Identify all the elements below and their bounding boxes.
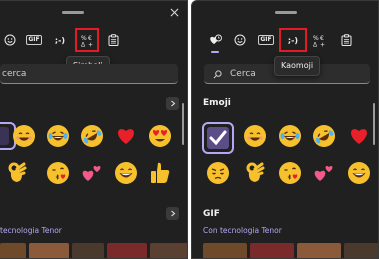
emoji-check-mark-button[interactable] (202, 122, 234, 154)
emoji-smiling-face[interactable] (241, 122, 269, 150)
emoji-panel-right: GIF ;-) % € Δ + Cerca Kaomoji Emoji GIF … (191, 0, 379, 259)
emoji-rofl[interactable] (310, 122, 338, 150)
tab-symbols[interactable]: % € Δ + (75, 28, 99, 52)
emoji-joy[interactable] (276, 122, 304, 150)
drag-handle[interactable] (275, 11, 297, 14)
emoji-kissing-heart[interactable] (44, 159, 72, 187)
clipboard-icon (108, 34, 118, 46)
search-value: cerca (2, 69, 27, 79)
section-title-gif: GIF (203, 209, 220, 219)
gif-label: GIF (26, 35, 42, 45)
gif-thumb[interactable] (107, 243, 147, 258)
gif-thumb[interactable] (0, 243, 26, 258)
smiley-icon (234, 34, 246, 46)
emoji-joy[interactable] (44, 122, 72, 150)
tab-kaomoji[interactable]: ;-) (279, 28, 307, 52)
emoji-smiling-face[interactable] (10, 122, 38, 150)
svg-text:+: + (88, 41, 93, 47)
gif-thumbnails (0, 243, 187, 258)
chevron-right-icon (170, 100, 175, 107)
search-input[interactable]: cerca (0, 64, 178, 84)
tab-gif[interactable]: GIF (24, 30, 44, 50)
symbols-icon: % €Δ + (313, 35, 325, 47)
emoji-grin[interactable] (112, 159, 140, 187)
scrollbar[interactable] (373, 103, 375, 145)
emoji-pensive[interactable] (204, 159, 232, 187)
gif-thumb[interactable] (150, 243, 187, 258)
kaomoji-label: ;-) (54, 35, 66, 45)
emoji-thumbs-up[interactable] (146, 159, 174, 187)
emoji-rofl[interactable] (78, 122, 106, 150)
tab-emoji[interactable] (0, 30, 20, 50)
kaomoji-label: ;-) (287, 35, 299, 45)
emoji-heart-eyes[interactable] (146, 122, 174, 150)
emoji-two-hearts[interactable] (78, 159, 106, 187)
tenor-credit: tecnologia Tenor (0, 226, 62, 235)
smiley-icon (4, 34, 16, 46)
gif-thumb[interactable] (29, 243, 69, 258)
emoji-red-heart[interactable] (112, 122, 140, 150)
close-icon (170, 8, 178, 16)
symbols-icon: % €Δ + (81, 35, 93, 47)
next-arrow-button-2[interactable] (166, 207, 179, 220)
emoji-panel-left: GIF ;-) %€Δ+ Simboli cerca (0, 0, 188, 259)
gif-thumb[interactable] (297, 243, 341, 258)
scrollbar[interactable] (182, 103, 184, 145)
tab-emoji[interactable] (230, 30, 250, 50)
tab-gif[interactable]: GIF (256, 30, 276, 50)
tab-kaomoji[interactable]: ;-) (50, 30, 70, 50)
gif-label: GIF (258, 35, 274, 45)
gif-thumbnails (203, 243, 378, 258)
clipboard-icon (341, 34, 351, 46)
tab-favorites[interactable] (205, 30, 225, 53)
tooltip-kaomoji: Kaomoji (274, 56, 321, 76)
drag-handle[interactable] (62, 11, 84, 14)
search-value: Cerca (230, 69, 256, 79)
section-title-emoji: Emoji (203, 98, 231, 108)
svg-text:Δ: Δ (81, 41, 86, 47)
emoji-two-hearts[interactable] (310, 159, 338, 187)
svg-text:Δ: Δ (313, 41, 318, 47)
heart-clock-icon (209, 34, 222, 44)
emoji-red-heart[interactable] (345, 122, 373, 150)
gif-thumb[interactable] (72, 243, 104, 258)
gif-thumb[interactable] (203, 243, 247, 258)
close-button[interactable] (167, 5, 181, 19)
search-icon (213, 70, 222, 79)
svg-text:+: + (320, 41, 325, 47)
tenor-credit: Con tecnologia Tenor (203, 226, 282, 235)
tab-clipboard[interactable] (103, 30, 123, 50)
gif-thumb[interactable] (250, 243, 294, 258)
emoji-kissing-heart[interactable] (276, 159, 304, 187)
emoji-ok-hand[interactable] (241, 159, 269, 187)
emoji-grin[interactable] (345, 159, 373, 187)
gif-thumb[interactable] (344, 243, 378, 258)
tab-clipboard[interactable] (336, 30, 356, 50)
chevron-right-icon (170, 210, 175, 217)
tab-symbols[interactable]: % € Δ + (309, 30, 329, 50)
emoji-ok-hand[interactable] (3, 159, 31, 187)
next-arrow-button[interactable] (166, 97, 179, 110)
